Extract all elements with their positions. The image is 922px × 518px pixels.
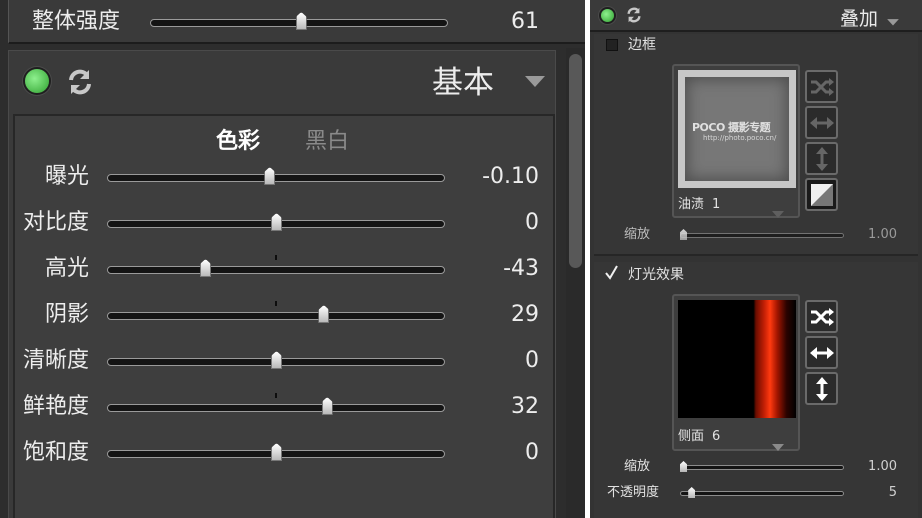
slider-thumb[interactable] [271, 213, 282, 231]
collapse-icon[interactable] [523, 73, 547, 89]
border-scale-label: 缩放 [624, 227, 651, 242]
slider-center-tick [275, 393, 277, 398]
overlay-enable-toggle[interactable] [601, 9, 614, 22]
border-section: 边框 POCO 摄影专题 http://photo.poco.cn/ 油渍 1 … [594, 34, 918, 256]
slider-center-tick [275, 255, 277, 260]
slider-value: -0.10 [482, 164, 539, 189]
shuffle-icon [810, 77, 834, 96]
slider-value: 32 [511, 394, 539, 419]
overlay-panel: 叠加 边框 POCO 摄影专题 http://photo.poco.cn/ 油渍… [590, 0, 922, 518]
border-thumb-index: 1 [712, 197, 721, 212]
slider-thumb[interactable] [271, 351, 282, 369]
slider-value: 0 [525, 440, 539, 465]
sliders-box: 色彩 黑白 曝光 -0.10 对比度 0 高光 -43 阴影 29 清晰度 0 鲜艳度 32 饱和度 0 [13, 114, 555, 518]
tab-bw[interactable]: 黑白 [305, 127, 349, 157]
border-thumbnail[interactable]: POCO 摄影专题 http://photo.poco.cn/ [678, 70, 796, 188]
light-flip-vertical-button[interactable] [805, 372, 838, 405]
light-flip-horizontal-button[interactable] [805, 336, 838, 369]
slider-center-tick [275, 301, 277, 306]
border-flip-horizontal-button[interactable] [805, 106, 838, 139]
basic-adjustments-panel: 整体强度 61 基本 色彩 黑白 曝光 -0.10 对比度 0 高光 -43 阴影 29 清晰度… [0, 0, 585, 518]
light-opacity-thumb[interactable] [688, 487, 696, 498]
overlay-title: 叠加 [840, 8, 879, 30]
slider-value: -43 [503, 256, 539, 281]
slider-thumb[interactable] [271, 443, 282, 461]
basic-section: 基本 色彩 黑白 曝光 -0.10 对比度 0 高光 -43 阴影 29 清晰度 0 鲜艳度 32 饱和… [8, 50, 556, 518]
watermark-text: POCO 摄影专题 [692, 121, 771, 134]
light-checkbox[interactable] [604, 265, 619, 281]
border-shuffle-button[interactable] [805, 70, 838, 103]
slider-thumb[interactable] [264, 167, 276, 185]
checkmark-icon [605, 265, 618, 280]
border-flip-vertical-button[interactable] [805, 142, 838, 175]
slider-track[interactable] [107, 266, 445, 274]
border-checkbox[interactable] [606, 39, 618, 51]
light-opacity-label: 不透明度 [607, 485, 660, 500]
light-opacity-slider[interactable] [680, 491, 844, 496]
light-thumb-dropdown-icon[interactable] [771, 437, 785, 451]
border-scale-slider[interactable] [680, 233, 844, 238]
slider-label: 饱和度 [22, 440, 89, 465]
slider-thumb[interactable] [321, 397, 333, 415]
slider-label: 高光 [44, 256, 89, 281]
border-label: 边框 [628, 37, 656, 53]
slider-value: 29 [511, 302, 539, 327]
light-scale-slider[interactable] [680, 465, 844, 470]
slider-thumb[interactable] [200, 259, 212, 277]
light-section: 灯光效果 侧面 6 缩放 1.00 不透明度 5 [594, 262, 918, 518]
slider-value: 0 [525, 348, 539, 373]
slider-thumb[interactable] [318, 305, 330, 323]
scrollbar[interactable] [566, 48, 585, 518]
reset-icon[interactable] [65, 67, 95, 97]
light-thumbnail-card[interactable]: 侧面 6 [672, 294, 800, 451]
light-thumb-index: 6 [712, 429, 721, 444]
flip-horizontal-icon [809, 346, 834, 359]
section-title: 基本 [432, 65, 494, 101]
master-strength-label: 整体强度 [32, 9, 121, 34]
slider-track[interactable] [107, 174, 445, 182]
border-scale-thumb[interactable] [680, 229, 687, 240]
slider-value: 0 [525, 210, 539, 235]
invert-icon [810, 183, 833, 206]
light-shuffle-button[interactable] [805, 300, 838, 333]
flip-horizontal-icon [809, 116, 834, 129]
enable-toggle[interactable] [25, 69, 49, 93]
light-label: 灯光效果 [628, 267, 684, 283]
light-scale-label: 缩放 [624, 459, 651, 474]
slider-track[interactable] [107, 312, 445, 320]
flip-vertical-icon [815, 376, 828, 401]
overlay-header: 叠加 [590, 0, 922, 32]
overlay-reset-icon[interactable] [625, 6, 643, 24]
border-thumbnail-card[interactable]: POCO 摄影专题 http://photo.poco.cn/ 油渍 1 [672, 64, 800, 218]
flip-vertical-icon [815, 146, 828, 171]
light-opacity-value: 5 [888, 485, 897, 500]
slider-label: 曝光 [44, 164, 89, 189]
slider-label: 清晰度 [22, 348, 89, 373]
border-invert-button[interactable] [805, 178, 838, 211]
watermark-url: http://photo.poco.cn/ [703, 134, 777, 142]
master-strength-thumb[interactable] [295, 12, 307, 30]
slider-label: 阴影 [44, 302, 89, 327]
light-scale-value: 1.00 [868, 459, 897, 474]
slider-label: 鲜艳度 [22, 394, 89, 419]
master-strength-value: 61 [511, 9, 539, 34]
slider-label: 对比度 [22, 210, 89, 235]
border-scale-value: 1.00 [868, 227, 897, 242]
shuffle-icon [810, 307, 834, 326]
light-thumb-name: 侧面 [678, 429, 705, 444]
tab-color[interactable]: 色彩 [216, 127, 260, 157]
light-scale-thumb[interactable] [680, 461, 687, 472]
master-strength-row: 整体强度 61 [8, 0, 585, 44]
overlay-collapse-icon[interactable] [886, 12, 900, 26]
border-thumb-name: 油渍 [678, 197, 705, 212]
slider-track[interactable] [107, 404, 445, 412]
scrollbar-thumb[interactable] [569, 54, 582, 268]
light-thumbnail[interactable] [678, 300, 796, 418]
border-thumb-dropdown-icon[interactable] [771, 204, 785, 218]
